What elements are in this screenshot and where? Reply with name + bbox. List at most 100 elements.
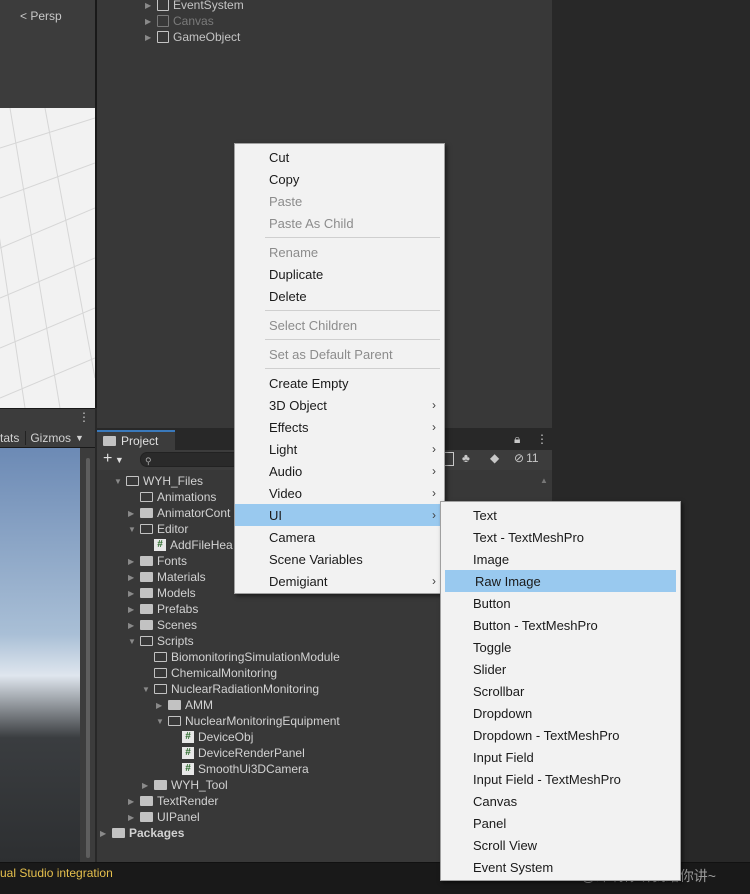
create-button[interactable]: + ▼ <box>103 450 124 468</box>
project-tree-item[interactable]: ▼ NuclearMonitoringEquipment <box>156 713 340 729</box>
expand-arrow-icon[interactable]: ▶ <box>145 33 153 42</box>
menu-item-delete[interactable]: Delete <box>235 285 444 307</box>
expand-arrow-icon[interactable]: ▶ <box>128 589 136 598</box>
project-tree-item[interactable]: BiomonitoringSimulationModule <box>142 649 340 665</box>
scene-view[interactable]: < Persp <box>0 0 95 408</box>
expand-arrow-icon[interactable]: ▶ <box>128 813 136 822</box>
project-tree-item[interactable]: ▶ Materials <box>128 569 206 585</box>
project-tree-item[interactable]: # DeviceObj <box>170 729 253 745</box>
menu-item-label: Select Children <box>269 317 358 333</box>
project-tree-item[interactable]: ▼ WYH_Files <box>114 473 203 489</box>
project-tree-item[interactable]: # DeviceRenderPanel <box>170 745 305 761</box>
search-input[interactable]: ⚲ <box>140 452 240 467</box>
project-tree-item[interactable]: ▼ Scripts <box>128 633 194 649</box>
script-icon: # <box>182 763 194 775</box>
menu-item-ui[interactable]: UI › <box>235 504 444 526</box>
folder-icon <box>140 620 153 630</box>
expand-arrow-icon[interactable]: ▼ <box>128 637 136 646</box>
project-tree-item[interactable]: ▶ WYH_Tool <box>142 777 228 793</box>
project-tree-item[interactable]: ▶ Fonts <box>128 553 187 569</box>
project-tree-item[interactable]: ▶ AnimatorCont <box>128 505 230 521</box>
ui-menu-item-text[interactable]: Text <box>441 504 680 526</box>
ui-menu-item-event-system[interactable]: Event System <box>441 856 680 878</box>
persp-label[interactable]: < Persp <box>20 9 62 23</box>
menu-item-create-empty[interactable]: Create Empty <box>235 372 444 394</box>
ui-menu-item-label: Canvas <box>473 793 518 809</box>
ui-menu-item-raw-image[interactable]: Raw Image <box>445 570 676 592</box>
ui-menu-item-scroll-view[interactable]: Scroll View <box>441 834 680 856</box>
ui-menu-item-input-field[interactable]: Input Field <box>441 746 680 768</box>
ui-menu-item-image[interactable]: Image <box>441 548 680 570</box>
ui-menu-item-input-field-textmeshpro[interactable]: Input Field - TextMeshPro <box>441 768 680 790</box>
project-tree-item[interactable]: ChemicalMonitoring <box>142 665 277 681</box>
gizmos-dropdown-icon[interactable]: ▼ <box>75 433 84 443</box>
expand-arrow-icon[interactable]: ▼ <box>156 717 164 726</box>
project-item-label: Scripts <box>157 634 194 648</box>
expand-arrow-icon[interactable]: ▶ <box>128 573 136 582</box>
context-menu: Cut Copy Paste Paste As Child Rename Duplicat… <box>234 143 445 594</box>
menu-item-effects[interactable]: Effects › <box>235 416 444 438</box>
project-tree-item[interactable]: ▶ Prefabs <box>128 601 198 617</box>
ui-menu-item-dropdown[interactable]: Dropdown <box>441 702 680 724</box>
gizmos-button[interactable]: Gizmos <box>25 430 71 445</box>
project-tree-item[interactable]: Animations <box>128 489 216 505</box>
project-tree-item[interactable]: ▶ TextRender <box>128 793 218 809</box>
ui-menu-item-text-textmeshpro[interactable]: Text - TextMeshPro <box>441 526 680 548</box>
ui-menu-item-scrollbar[interactable]: Scrollbar <box>441 680 680 702</box>
menu-item-cut[interactable]: Cut <box>235 146 444 168</box>
expand-arrow-icon[interactable]: ▶ <box>156 701 164 710</box>
open-folder-icon <box>126 476 139 486</box>
ui-menu-item-toggle[interactable]: Toggle <box>441 636 680 658</box>
expand-arrow-icon[interactable]: ▼ <box>142 685 150 694</box>
expand-arrow-icon[interactable]: ▶ <box>128 557 136 566</box>
ui-menu-item-button-textmeshpro[interactable]: Button - TextMeshPro <box>441 614 680 636</box>
hidden-packages-toggle[interactable]: ⊘ 11 <box>514 451 539 465</box>
project-tree-item[interactable]: # SmoothUi3DCamera <box>170 761 309 777</box>
hierarchy-item[interactable]: ▶ EventSystem <box>145 0 244 13</box>
project-tree-item[interactable]: # AddFileHea <box>142 537 233 553</box>
more-options-icon[interactable]: ⋮ <box>78 410 90 424</box>
menu-item-light[interactable]: Light › <box>235 438 444 460</box>
expand-arrow-icon[interactable]: ▶ <box>145 17 153 26</box>
menu-item-video[interactable]: Video › <box>235 482 444 504</box>
ui-menu-item-canvas[interactable]: Canvas <box>441 790 680 812</box>
expand-arrow-icon[interactable]: ▶ <box>128 797 136 806</box>
project-tree-item[interactable]: ▶ UIPanel <box>128 809 200 825</box>
lock-icon[interactable]: 🔒︎ <box>514 432 520 447</box>
project-tree-item[interactable]: ▶ Models <box>128 585 196 601</box>
expand-arrow-icon[interactable]: ▶ <box>100 829 108 838</box>
project-tree-item[interactable]: ▼ NuclearRadiationMonitoring <box>142 681 319 697</box>
menu-item-duplicate[interactable]: Duplicate <box>235 263 444 285</box>
hierarchy-item[interactable]: ▶ Canvas <box>145 13 214 29</box>
project-tree-item[interactable]: ▶ Scenes <box>128 617 197 633</box>
project-tree-item[interactable]: ▶ Packages <box>100 825 184 841</box>
ui-menu-item-button[interactable]: Button <box>441 592 680 614</box>
expand-arrow-icon[interactable]: ▶ <box>142 781 150 790</box>
expand-arrow-icon[interactable]: ▶ <box>128 605 136 614</box>
expand-arrow-icon[interactable]: ▼ <box>114 477 122 486</box>
tab-project[interactable]: Project <box>97 430 175 450</box>
menu-item-scene-variables[interactable]: Scene Variables <box>235 548 444 570</box>
expand-arrow-icon[interactable]: ▶ <box>145 1 153 10</box>
game-scroll-thumb[interactable] <box>86 458 90 858</box>
search-by-label-icon[interactable]: ♣ <box>462 451 470 465</box>
menu-item-camera[interactable]: Camera <box>235 526 444 548</box>
more-options-icon[interactable]: ⋮ <box>536 432 548 446</box>
scroll-up-icon[interactable]: ▲ <box>540 476 550 485</box>
menu-item-demigiant[interactable]: Demigiant › <box>235 570 444 592</box>
expand-arrow-icon[interactable]: ▶ <box>128 509 136 518</box>
ui-menu-item-slider[interactable]: Slider <box>441 658 680 680</box>
expand-arrow-icon[interactable]: ▼ <box>128 525 136 534</box>
ui-menu-item-dropdown-textmeshpro[interactable]: Dropdown - TextMeshPro <box>441 724 680 746</box>
status-message[interactable]: ual Studio integration <box>0 866 113 880</box>
stats-button[interactable]: tats <box>0 431 25 445</box>
tag-icon[interactable]: ◆ <box>490 451 499 465</box>
project-tree-item[interactable]: ▼ Editor <box>128 521 188 537</box>
ui-menu-item-panel[interactable]: Panel <box>441 812 680 834</box>
menu-item-3d-object[interactable]: 3D Object › <box>235 394 444 416</box>
hierarchy-item[interactable]: ▶ GameObject <box>145 29 240 45</box>
project-tree-item[interactable]: ▶ AMM <box>156 697 213 713</box>
expand-arrow-icon[interactable]: ▶ <box>128 621 136 630</box>
menu-item-audio[interactable]: Audio › <box>235 460 444 482</box>
menu-item-copy[interactable]: Copy <box>235 168 444 190</box>
